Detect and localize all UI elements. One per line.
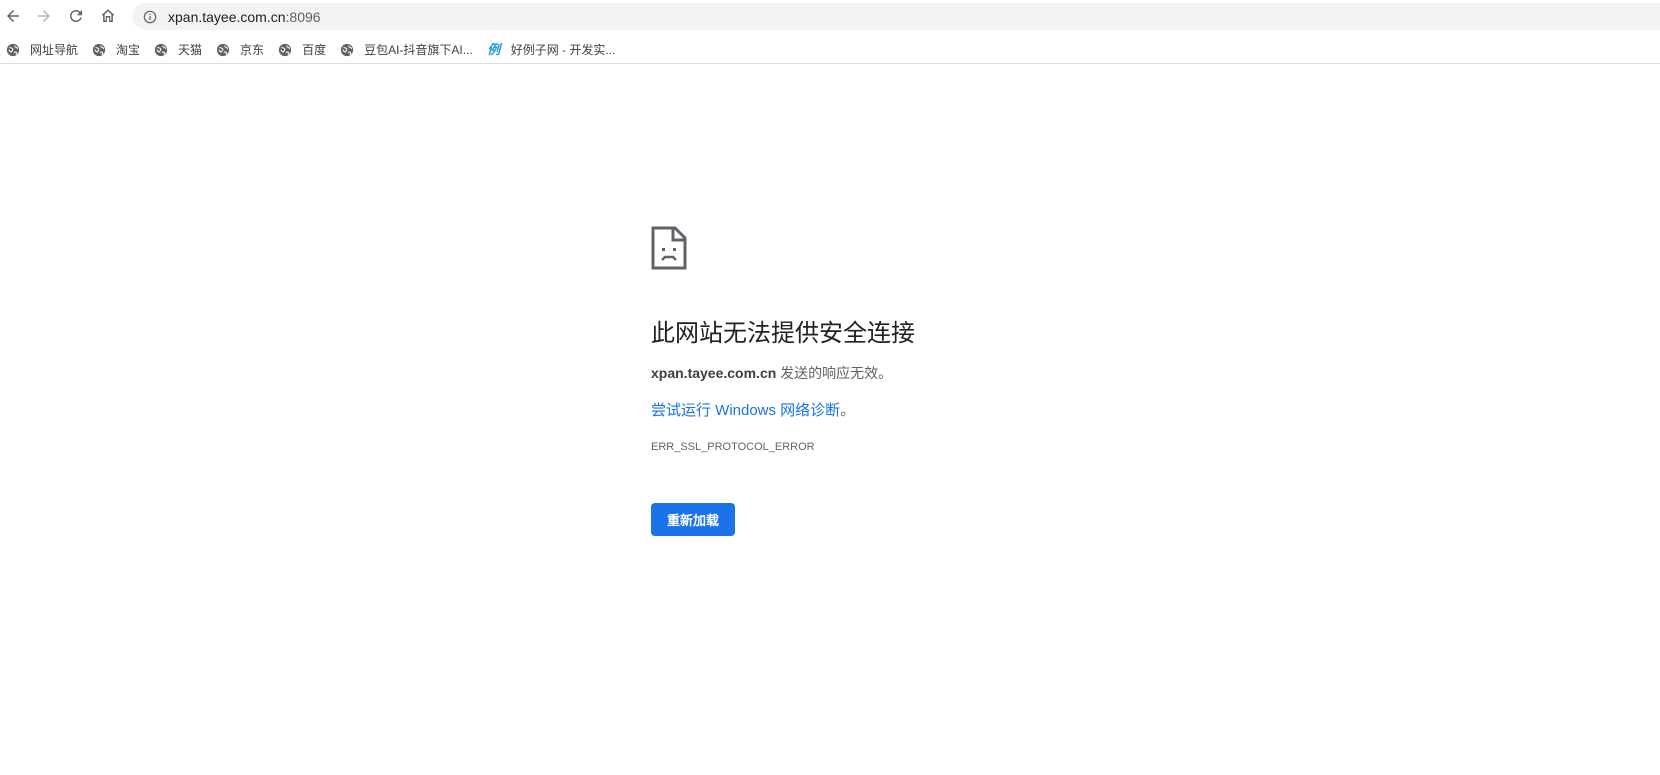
li-site-icon: 例 (487, 41, 501, 57)
error-host: xpan.tayee.com.cn (651, 365, 777, 381)
suggestion: 尝试运行 Windows 网络诊断。 (651, 401, 1251, 421)
network-diagnostics-link[interactable]: 尝试运行 Windows 网络诊断 (651, 402, 840, 419)
bookmark-label: 天猫 (178, 43, 203, 57)
home-icon (101, 9, 115, 22)
globe-icon (340, 43, 354, 56)
globe-icon (154, 43, 168, 56)
url-host: xpan.tayee.com.cn (168, 8, 286, 25)
bookmark-label: 网址导航 (30, 43, 79, 57)
globe-icon (92, 43, 106, 56)
bookmark-item[interactable]: 豆包AI-抖音旗下AI... (334, 38, 481, 62)
bookmark-label: 淘宝 (116, 43, 141, 57)
bookmark-label: 百度 (302, 43, 327, 57)
forward-button[interactable] (31, 3, 57, 29)
error-description: xpan.tayee.com.cn 发送的响应无效。 (651, 363, 1251, 383)
globe-icon (6, 43, 20, 56)
reload-icon (70, 9, 82, 22)
page-title: 此网站无法提供安全连接 (651, 320, 915, 347)
url-text[interactable]: xpan.tayee.com.cn:8096 (168, 9, 321, 25)
error-code: ERR_SSL_PROTOCOL_ERROR (651, 441, 815, 453)
info-icon[interactable] (142, 9, 158, 25)
bookmark-item[interactable]: 京东 (210, 38, 272, 62)
description-text: 发送的响应无效。 (776, 365, 893, 381)
bookmark-item[interactable]: 网址导航 (0, 38, 86, 62)
bookmark-label: 豆包AI-抖音旗下AI... (364, 43, 473, 57)
globe-icon (216, 43, 230, 56)
home-button[interactable] (95, 3, 121, 29)
url-port: :8096 (285, 8, 321, 25)
back-button[interactable] (0, 3, 26, 29)
reload-button[interactable] (63, 3, 89, 29)
bookmark-item[interactable]: 百度 (272, 38, 334, 62)
back-arrow-icon (7, 10, 19, 22)
reload-page-button[interactable]: 重新加载 (651, 503, 735, 536)
bookmarks-bar: 网址导航 淘宝 天猫 京东 百度 豆包AI-抖音旗下AI... 例 好例子网 -… (0, 36, 1660, 64)
forward-arrow-icon (38, 10, 50, 22)
bookmark-item[interactable]: 天猫 (148, 38, 210, 62)
bookmark-item[interactable]: 例 好例子网 - 开发实... (481, 38, 624, 62)
globe-icon (278, 43, 292, 56)
bookmark-item[interactable]: 淘宝 (86, 38, 148, 62)
suggestion-period: 。 (840, 402, 856, 419)
bookmark-label: 好例子网 - 开发实... (510, 43, 616, 57)
bookmark-label: 京东 (240, 43, 265, 57)
sad-page-icon (651, 226, 687, 270)
browser-toolbar: xpan.tayee.com.cn:8096 (0, 0, 1660, 33)
address-bar[interactable]: xpan.tayee.com.cn:8096 (132, 3, 1660, 30)
error-content: 此网站无法提供安全连接 xpan.tayee.com.cn 发送的响应无效。 尝… (651, 226, 1251, 536)
